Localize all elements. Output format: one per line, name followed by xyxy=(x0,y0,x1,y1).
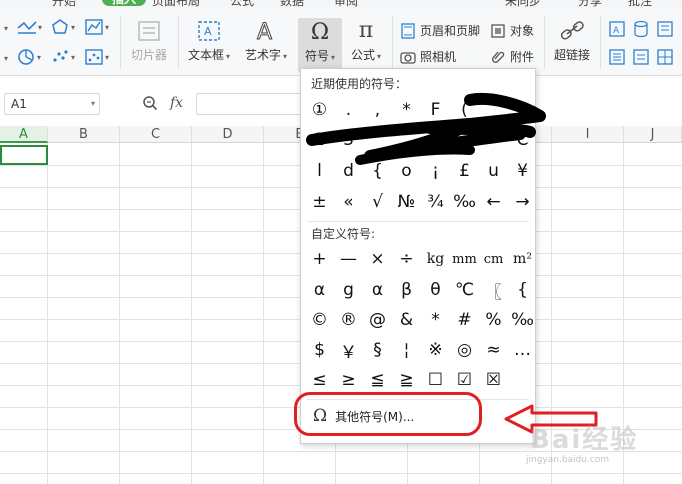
highlight-ellipse xyxy=(294,392,482,436)
watermark-url: jingyan.baidu.com xyxy=(526,455,610,465)
watermark-logo: Bai经验 xyxy=(530,425,639,455)
